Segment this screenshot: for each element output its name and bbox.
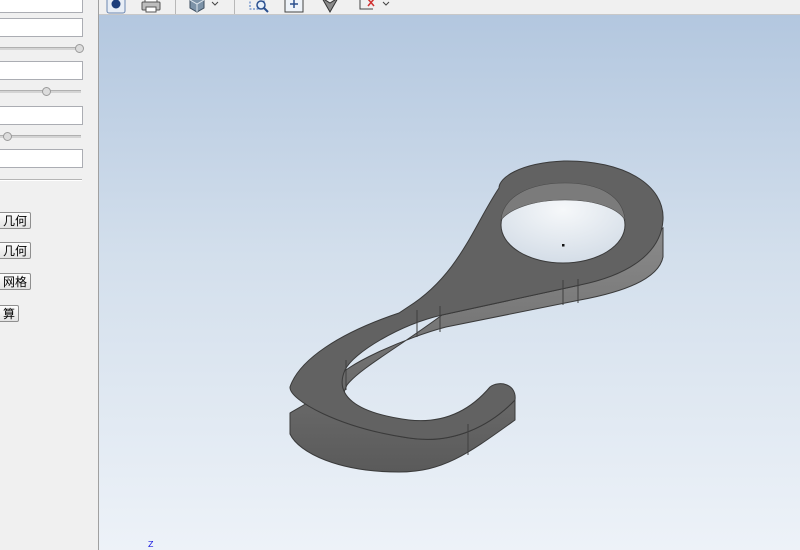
record-icon[interactable] [105, 0, 127, 14]
print-icon[interactable] [140, 0, 162, 14]
dropdown-arrow-icon[interactable] [381, 0, 391, 14]
param-input-2[interactable] [0, 61, 83, 80]
param-slider-3[interactable] [0, 132, 81, 141]
axis-label: Z [148, 540, 154, 549]
slider-thumb[interactable] [42, 87, 52, 96]
toolbar-separator [234, 0, 235, 14]
param-slider-1[interactable] [0, 44, 85, 53]
parameter-panel: 几何 几何 网格 算 [0, 0, 99, 550]
fit-all-icon[interactable] [283, 0, 305, 14]
dropdown-arrow-icon[interactable] [210, 0, 220, 14]
compute-button[interactable]: 算 [0, 305, 20, 322]
view-orientation-icon[interactable] [319, 0, 341, 14]
geometry-button-2[interactable]: 几何 [0, 242, 32, 259]
panel-divider [0, 179, 82, 181]
param-input-4[interactable] [0, 149, 83, 168]
toolbar-separator [175, 0, 176, 14]
3d-viewport[interactable]: Z [99, 15, 800, 550]
param-input-0[interactable] [0, 0, 83, 13]
hook-model[interactable] [99, 15, 800, 550]
geometry-button-1[interactable]: 几何 [0, 212, 32, 229]
param-input-3[interactable] [0, 106, 83, 125]
param-input-1[interactable] [0, 18, 83, 37]
slider-thumb[interactable] [75, 44, 85, 53]
center-marker [562, 244, 565, 247]
slider-thumb[interactable] [3, 132, 13, 141]
shading-icon[interactable] [186, 0, 208, 14]
axis-x-icon[interactable] [356, 0, 378, 14]
zoom-window-icon[interactable] [248, 0, 270, 14]
param-slider-2[interactable] [0, 87, 81, 96]
toolbar [99, 0, 800, 15]
mesh-button[interactable]: 网格 [0, 273, 32, 290]
